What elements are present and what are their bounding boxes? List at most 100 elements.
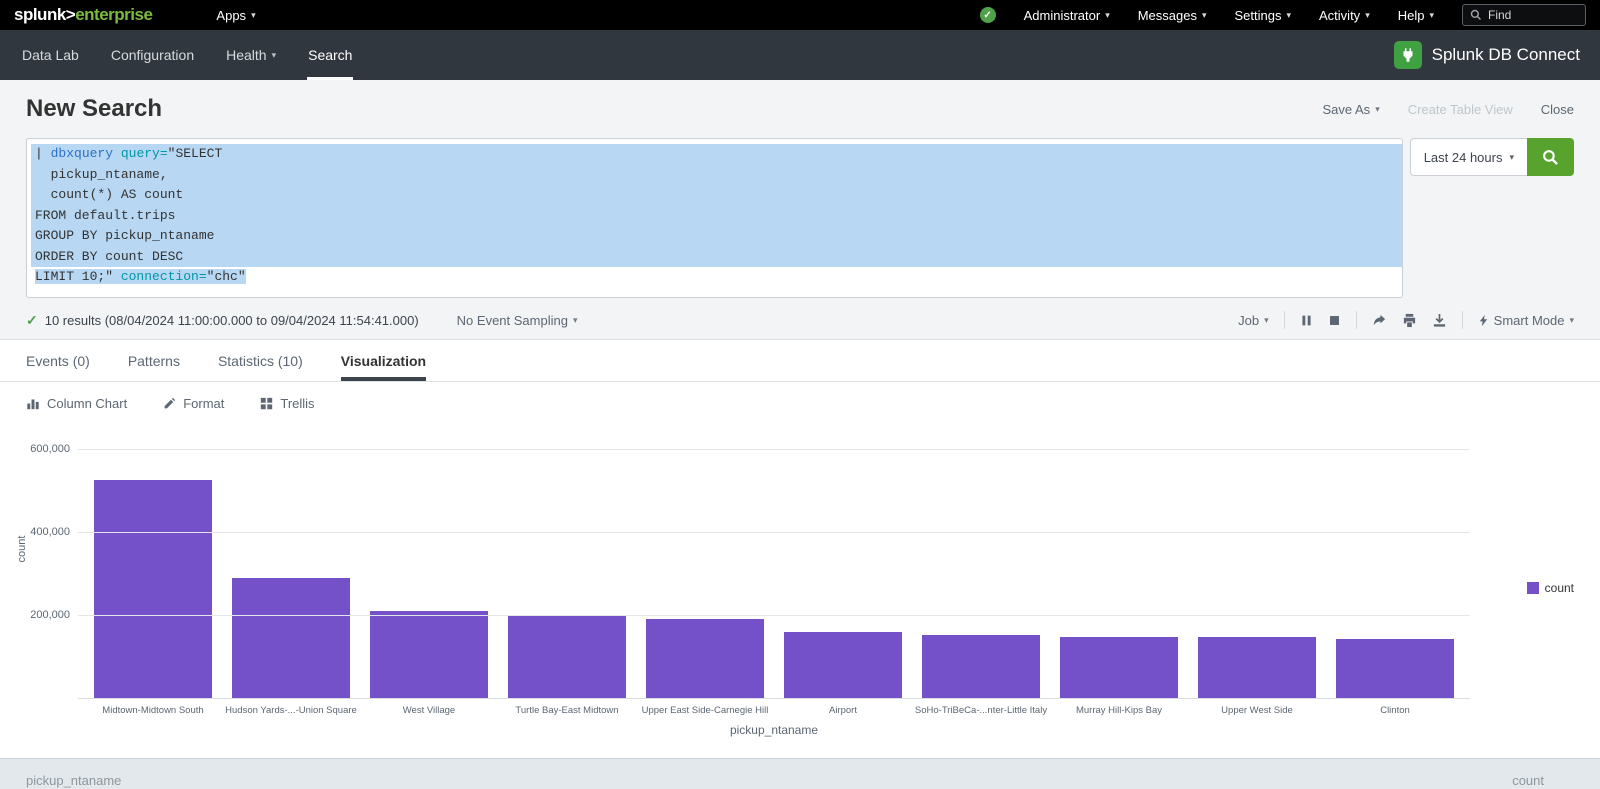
chart-plot: 600,000400,000200,000: [78, 441, 1470, 699]
job-menu[interactable]: Job ▾: [1238, 313, 1269, 328]
results-tabs: Events (0) Patterns Statistics (10) Visu…: [0, 340, 1600, 382]
format-menu[interactable]: Format: [163, 396, 224, 411]
tab-visualization[interactable]: Visualization: [341, 340, 426, 381]
pause-job-icon[interactable]: [1300, 314, 1313, 327]
gridline: [78, 449, 1470, 450]
find-input[interactable]: [1488, 8, 1578, 22]
activity-menu-label: Activity: [1319, 8, 1360, 23]
messages-menu[interactable]: Messages ▾: [1138, 8, 1207, 23]
apps-menu-label: Apps: [216, 8, 246, 23]
title-row: New Search Save As ▾ Create Table View C…: [26, 92, 1574, 126]
search-mode-menu[interactable]: Smart Mode ▾: [1478, 313, 1574, 328]
x-axis-tick-label: Midtown-Midtown South: [84, 705, 222, 716]
caret-down-icon: ▾: [1365, 11, 1370, 20]
search-header-section: New Search Save As ▾ Create Table View C…: [0, 80, 1600, 340]
bar-slot: [360, 441, 498, 698]
time-range-picker[interactable]: Last 24 hours ▾: [1410, 138, 1527, 176]
chart-bar[interactable]: [370, 611, 489, 698]
nav-item-search[interactable]: Search: [292, 30, 368, 80]
query-token: count(*) AS count: [35, 187, 183, 202]
user-menu-label: Administrator: [1024, 8, 1101, 23]
column-chart: count 600,000400,000200,000 Midtown-Midt…: [26, 425, 1574, 737]
app-title: Splunk DB Connect: [1432, 45, 1580, 65]
help-menu[interactable]: Help ▾: [1398, 8, 1434, 23]
activity-menu[interactable]: Activity ▾: [1319, 8, 1370, 23]
bar-slot: [498, 441, 636, 698]
settings-menu[interactable]: Settings ▾: [1235, 8, 1292, 23]
tab-patterns[interactable]: Patterns: [128, 340, 180, 381]
tab-events[interactable]: Events (0): [26, 340, 90, 381]
system-health-icon[interactable]: ✓: [980, 7, 996, 23]
nav-item-health[interactable]: Health ▾: [210, 30, 292, 80]
results-bar: ✓ 10 results (08/04/2024 11:00:00.000 to…: [26, 311, 1574, 329]
legend-swatch: [1527, 582, 1539, 594]
chart-legend[interactable]: count: [1527, 581, 1574, 595]
bar-slot: [912, 441, 1050, 698]
caret-down-icon: ▾: [1202, 11, 1207, 20]
create-table-view-button: Create Table View: [1408, 102, 1513, 117]
apps-menu[interactable]: Apps ▾: [216, 8, 255, 23]
query-token: GROUP BY pickup_ntaname: [35, 228, 214, 243]
trellis-menu[interactable]: Trellis: [260, 396, 314, 411]
chart-type-picker[interactable]: Column Chart: [26, 396, 127, 411]
page-title: New Search: [26, 95, 162, 123]
chart-bar[interactable]: [1198, 637, 1317, 698]
nav-item-configuration[interactable]: Configuration: [95, 30, 210, 80]
y-axis-tick-label: 600,000: [18, 443, 70, 455]
app-nav-bar: Data Lab Configuration Health ▾ Search S…: [0, 30, 1600, 80]
settings-menu-label: Settings: [1235, 8, 1282, 23]
save-as-button[interactable]: Save As ▾: [1322, 102, 1379, 117]
chart-bar[interactable]: [784, 632, 903, 698]
y-axis-tick-label: 400,000: [18, 526, 70, 538]
trellis-grid-icon: [260, 397, 273, 410]
query-token: query=: [121, 146, 168, 161]
chart-bar[interactable]: [1060, 637, 1179, 698]
nav-item-data-lab[interactable]: Data Lab: [6, 30, 95, 80]
stop-job-icon[interactable]: [1328, 314, 1341, 327]
query-token: connection=: [121, 269, 207, 284]
title-actions: Save As ▾ Create Table View Close: [1322, 102, 1574, 117]
x-axis-tick-label: Upper East Side-Carnegie Hill: [636, 705, 774, 716]
chart-bar[interactable]: [922, 635, 1041, 698]
chart-bar[interactable]: [646, 619, 765, 698]
caret-down-icon: ▾: [1509, 153, 1514, 162]
search-icon: [1470, 9, 1482, 21]
export-icon[interactable]: [1432, 313, 1447, 328]
stats-col-pickup-ntaname[interactable]: pickup_ntaname: [26, 773, 121, 788]
gridline: [78, 532, 1470, 533]
query-token: ORDER BY count DESC: [35, 249, 183, 264]
bar-slot: [1326, 441, 1464, 698]
find-search-box[interactable]: [1462, 4, 1586, 26]
divider: [1356, 311, 1357, 329]
chart-bar[interactable]: [94, 480, 213, 698]
x-axis-tick-label: Turtle Bay-East Midtown: [498, 705, 636, 716]
query-token: pickup_ntaname,: [35, 167, 168, 182]
caret-down-icon: ▾: [1105, 11, 1110, 20]
smart-mode-icon: [1478, 314, 1489, 327]
caret-down-icon: ▾: [272, 51, 277, 60]
splunk-db-connect-search-page: splunk>enterprise Apps ▾ ✓ Administrator…: [0, 0, 1600, 789]
close-button[interactable]: Close: [1541, 102, 1574, 117]
bar-slot: [1188, 441, 1326, 698]
print-icon[interactable]: [1402, 313, 1417, 328]
search-button[interactable]: [1527, 138, 1574, 176]
user-menu[interactable]: Administrator ▾: [1024, 8, 1110, 23]
caret-down-icon: ▾: [251, 11, 256, 20]
top-bar: splunk>enterprise Apps ▾ ✓ Administrator…: [0, 0, 1600, 30]
chart-bar[interactable]: [232, 578, 351, 698]
search-query-editor[interactable]: | dbxquery query="SELECT pickup_ntaname,…: [26, 138, 1403, 298]
event-sampling-menu[interactable]: No Event Sampling ▾: [457, 313, 578, 328]
chart-bar[interactable]: [1336, 639, 1455, 698]
app-identity[interactable]: Splunk DB Connect: [1394, 30, 1594, 80]
stats-table-header-row: pickup_ntaname count: [0, 758, 1600, 789]
logo-enterprise-text: enterprise: [75, 5, 152, 24]
splunk-logo[interactable]: splunk>enterprise: [14, 5, 152, 25]
caret-down-icon: ▾: [573, 316, 578, 325]
query-token: FROM default.trips: [35, 208, 175, 223]
chart-bar[interactable]: [508, 615, 627, 698]
query-token: "SELECT: [168, 146, 223, 161]
stats-col-count[interactable]: count: [1512, 773, 1574, 788]
tab-statistics[interactable]: Statistics (10): [218, 340, 303, 381]
share-job-icon[interactable]: [1372, 313, 1387, 328]
x-axis-tick-label: Upper West Side: [1188, 705, 1326, 716]
